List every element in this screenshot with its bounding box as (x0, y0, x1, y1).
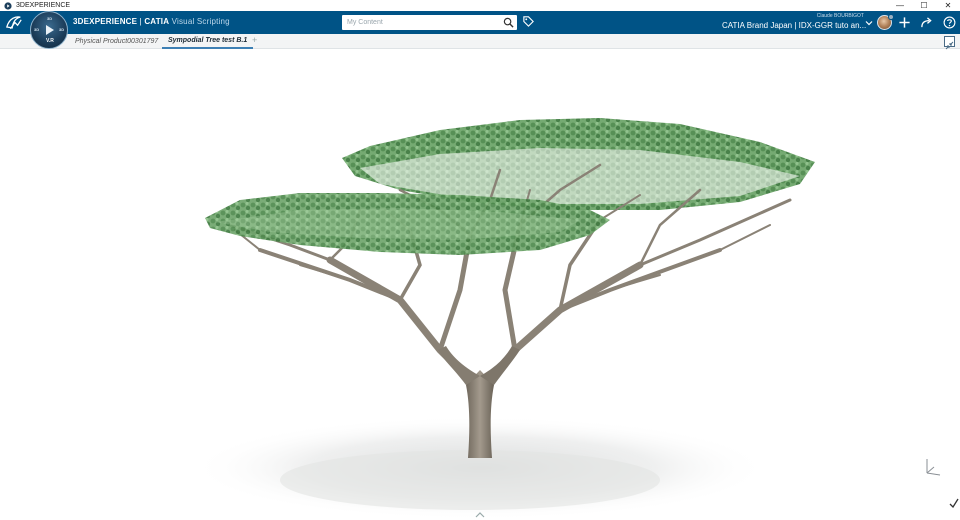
collaborative-space-selector[interactable]: CATIA Brand Japan | IDX-GGR tuto an... (722, 21, 866, 30)
tab-bar: Physical Product00301797 Sympodial Tree … (0, 34, 960, 50)
compass-quadrant-left: 3D (34, 27, 40, 32)
ds-logo-icon[interactable] (5, 14, 23, 31)
search-box (342, 15, 517, 30)
collapse-icon (945, 41, 954, 50)
compass-quadrant-right: 3D (59, 27, 65, 32)
play-icon (46, 25, 54, 35)
axis-triad-icon[interactable] (921, 455, 943, 477)
tree-model-render (190, 118, 815, 520)
tag-icon[interactable] (522, 15, 535, 28)
tab-physical-product[interactable]: Physical Product00301797 (75, 34, 158, 49)
app-compass-icon (4, 1, 12, 10)
minimize-button[interactable]: — (888, 0, 912, 11)
window-title: 3DEXPERIENCE (16, 2, 71, 9)
fullscreen-button[interactable] (944, 36, 955, 50)
top-bar: 3DEXPERIENCE | CATIA Visual Scripting Cl… (0, 11, 960, 34)
brand-role: Visual Scripting (169, 17, 230, 26)
avatar[interactable] (877, 14, 894, 30)
notification-badge (888, 14, 894, 20)
search-icon[interactable] (503, 17, 514, 28)
window-title-bar: 3DEXPERIENCE — ☐ ✕ (0, 0, 960, 11)
3d-viewport[interactable] (0, 50, 960, 520)
app-brand: 3DEXPERIENCE | CATIA Visual Scripting (73, 17, 230, 26)
plus-icon[interactable] (898, 16, 911, 29)
user-name: Claude BOURBIGOT (816, 13, 864, 19)
brand-name: 3DEXPERIENCE (73, 17, 138, 26)
window-controls: — ☐ ✕ (888, 0, 960, 11)
search-input[interactable] (342, 15, 497, 30)
tab-sympodial-tree[interactable]: Sympodial Tree test B.1 (162, 34, 254, 49)
check-icon (949, 498, 959, 508)
compass-version: V.R (46, 38, 54, 44)
compass-widget[interactable]: 3D 3D 3D V.R (30, 11, 68, 49)
maximize-button[interactable]: ☐ (912, 0, 936, 11)
app-window: 3DEXPERIENCE — ☐ ✕ 3DEXPERIENCE | CATIA … (0, 0, 960, 520)
add-tab-button[interactable]: + (252, 35, 257, 45)
help-icon[interactable] (943, 16, 956, 29)
action-bar-handle-icon[interactable] (474, 510, 486, 519)
compass-quadrant-top: 3D (47, 16, 53, 21)
brand-app: CATIA (144, 17, 170, 26)
close-button[interactable]: ✕ (936, 0, 960, 11)
share-icon[interactable] (920, 16, 933, 29)
chevron-down-icon[interactable] (865, 19, 873, 27)
